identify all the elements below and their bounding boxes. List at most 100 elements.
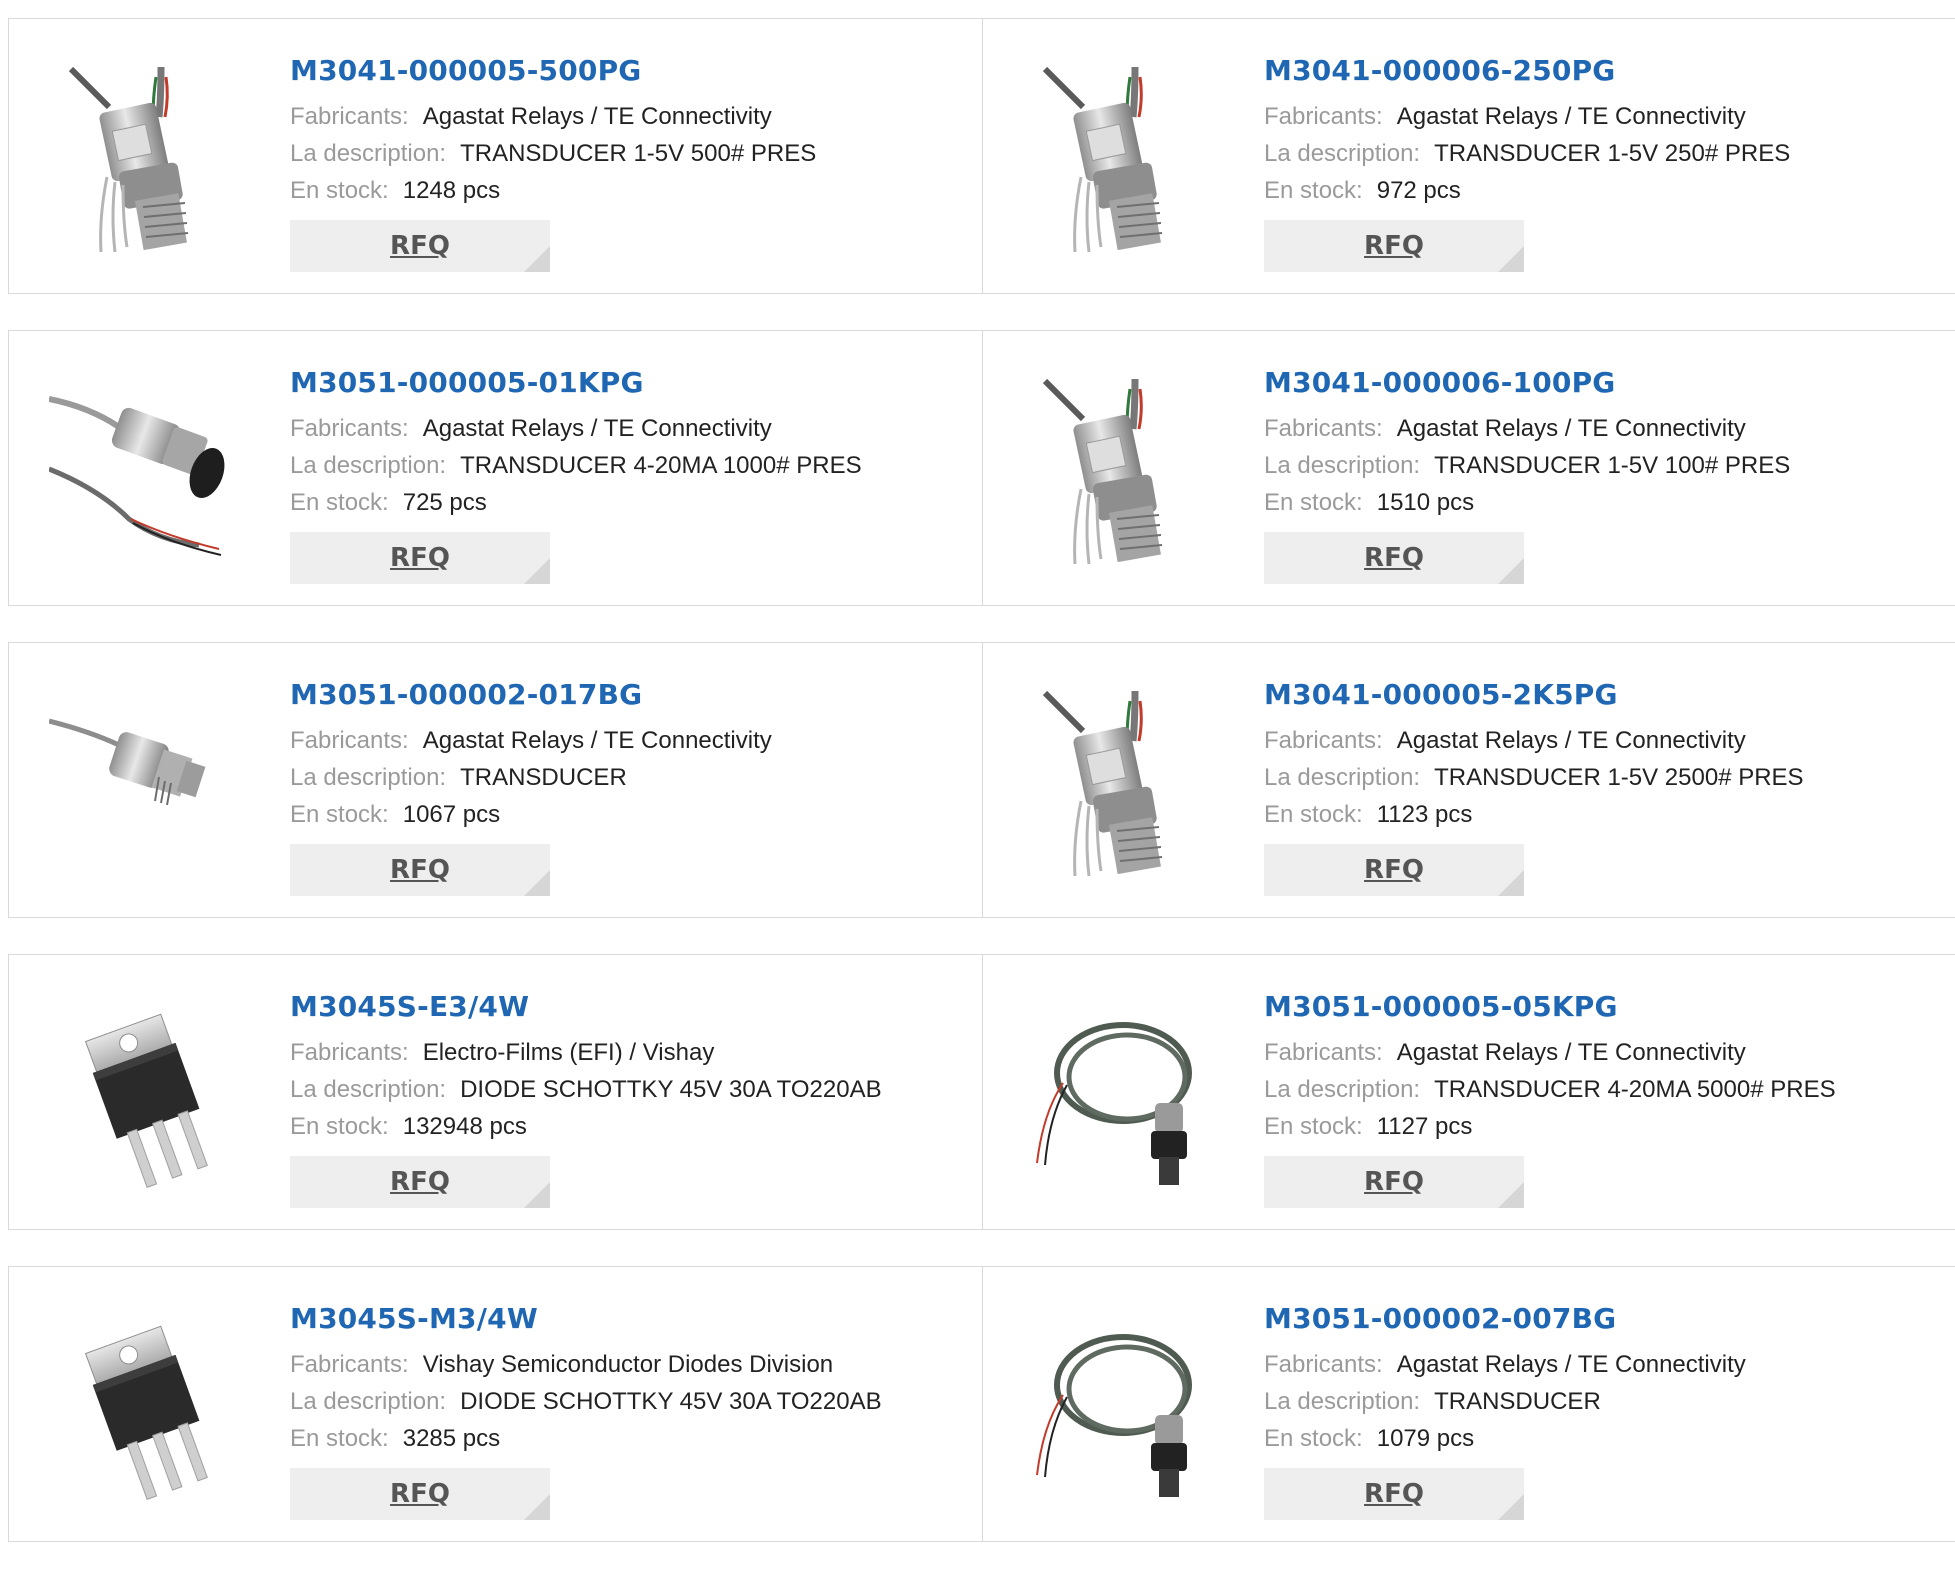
description-label: La description: [290, 140, 447, 167]
stock-line: En stock: 725 pcs [290, 484, 972, 521]
rfq-label: RFQ [1364, 231, 1424, 261]
description-line: La description: TRANSDUCER [290, 759, 972, 796]
stock-label: En stock: [1264, 177, 1363, 204]
product-card: M3041-000005-2K5PG Fabricants: Agastat Re… [982, 643, 1955, 917]
stock-value: 1123 pcs [1376, 801, 1473, 828]
product-info: M3051-000005-01KPG Fabricants: Agastat Re… [290, 365, 972, 584]
rfq-label: RFQ [1364, 543, 1424, 573]
part-number-link[interactable]: M3041-000006-100PG [1264, 365, 1945, 401]
transducer-vertical-icon[interactable] [1023, 681, 1223, 881]
button-corner-decoration [524, 1182, 550, 1208]
manufacturer-label: Fabricants: [290, 1039, 409, 1066]
manufacturer-line: Fabricants: Electro-Films (EFI) / Vishay [290, 1034, 972, 1071]
rfq-button[interactable]: RFQ [290, 844, 550, 896]
description-label: La description: [1264, 764, 1421, 791]
manufacturer-line: Fabricants: Agastat Relays / TE Connectiv… [1264, 410, 1945, 447]
transducer-vertical-icon[interactable] [1023, 57, 1223, 257]
stock-line: En stock: 972 pcs [1264, 172, 1945, 209]
transducer-small-icon[interactable] [49, 681, 249, 881]
stock-line: En stock: 1127 pcs [1264, 1108, 1945, 1145]
rfq-button[interactable]: RFQ [290, 1156, 550, 1208]
rfq-button[interactable]: RFQ [290, 1468, 550, 1520]
rfq-button[interactable]: RFQ [1264, 844, 1524, 896]
stock-line: En stock: 1067 pcs [290, 796, 972, 833]
description-value: TRANSDUCER 1-5V 100# PRES [1434, 452, 1791, 479]
transducer-cable-icon[interactable] [49, 369, 249, 569]
product-card: M3045S-M3/4W Fabricants: Vishay Semicondu… [9, 1267, 982, 1541]
description-label: La description: [290, 764, 447, 791]
description-label: La description: [290, 1388, 447, 1415]
rfq-button[interactable]: RFQ [1264, 532, 1524, 584]
description-line: La description: TRANSDUCER [1264, 1383, 1945, 1420]
transducer-vertical-icon[interactable] [49, 57, 249, 257]
stock-value: 725 pcs [402, 489, 487, 516]
manufacturer-label: Fabricants: [290, 727, 409, 754]
manufacturer-line: Fabricants: Agastat Relays / TE Connectiv… [290, 722, 972, 759]
description-value: TRANSDUCER 1-5V 500# PRES [460, 140, 817, 167]
button-corner-decoration [524, 1494, 550, 1520]
part-number-link[interactable]: M3051-000002-017BG [290, 677, 972, 713]
manufacturer-value: Agastat Relays / TE Connectivity [422, 103, 772, 130]
stock-value: 1079 pcs [1376, 1425, 1475, 1452]
stock-line: En stock: 1248 pcs [290, 172, 972, 209]
stock-value: 3285 pcs [402, 1425, 501, 1452]
description-line: La description: TRANSDUCER 1-5V 2500# PRE… [1264, 759, 1945, 796]
description-value: TRANSDUCER [1434, 1388, 1601, 1415]
product-card: M3051-000005-05KPG Fabricants: Agastat Re… [982, 955, 1955, 1229]
product-info: M3041-000005-2K5PG Fabricants: Agastat Re… [1264, 677, 1945, 896]
product-row: M3051-000002-017BG Fabricants: Agastat Re… [8, 642, 1955, 918]
stock-label: En stock: [290, 489, 389, 516]
part-number-link[interactable]: M3041-000005-500PG [290, 53, 972, 89]
product-info: M3041-000006-100PG Fabricants: Agastat Re… [1264, 365, 1945, 584]
rfq-label: RFQ [1364, 855, 1424, 885]
to220-package-icon[interactable] [49, 993, 249, 1193]
description-label: La description: [290, 1076, 447, 1103]
manufacturer-line: Fabricants: Agastat Relays / TE Connectiv… [1264, 98, 1945, 135]
product-card: M3051-000005-01KPG Fabricants: Agastat Re… [9, 331, 982, 605]
rfq-button[interactable]: RFQ [1264, 220, 1524, 272]
transducer-coiled-cable-icon[interactable] [1023, 993, 1223, 1193]
rfq-button[interactable]: RFQ [290, 220, 550, 272]
rfq-label: RFQ [390, 1167, 450, 1197]
description-value: TRANSDUCER 1-5V 250# PRES [1434, 140, 1791, 167]
manufacturer-value: Agastat Relays / TE Connectivity [422, 727, 772, 754]
part-number-link[interactable]: M3051-000005-05KPG [1264, 989, 1945, 1025]
manufacturer-value: Electro-Films (EFI) / Vishay [422, 1039, 715, 1066]
product-info: M3051-000002-017BG Fabricants: Agastat Re… [290, 677, 972, 896]
rfq-button[interactable]: RFQ [290, 532, 550, 584]
part-number-link[interactable]: M3045S-M3/4W [290, 1301, 972, 1337]
stock-label: En stock: [290, 801, 389, 828]
part-number-link[interactable]: M3045S-E3/4W [290, 989, 972, 1025]
description-label: La description: [1264, 140, 1421, 167]
part-number-link[interactable]: M3041-000005-2K5PG [1264, 677, 1945, 713]
stock-label: En stock: [1264, 1113, 1363, 1140]
rfq-button[interactable]: RFQ [1264, 1156, 1524, 1208]
description-line: La description: TRANSDUCER 4-20MA 5000# P… [1264, 1071, 1945, 1108]
product-info: M3045S-E3/4W Fabricants: Electro-Films (E… [290, 989, 972, 1208]
product-info: M3051-000002-007BG Fabricants: Agastat Re… [1264, 1301, 1945, 1520]
description-label: La description: [1264, 1388, 1421, 1415]
transducer-coiled-cable-icon[interactable] [1023, 1305, 1223, 1505]
manufacturer-line: Fabricants: Vishay Semiconductor Diodes D… [290, 1346, 972, 1383]
to220-package-icon[interactable] [49, 1305, 249, 1505]
part-number-link[interactable]: M3041-000006-250PG [1264, 53, 1945, 89]
description-line: La description: TRANSDUCER 4-20MA 1000# P… [290, 447, 972, 484]
part-number-link[interactable]: M3051-000005-01KPG [290, 365, 972, 401]
description-value: TRANSDUCER [460, 764, 627, 791]
product-card: M3051-000002-007BG Fabricants: Agastat Re… [982, 1267, 1955, 1541]
description-line: La description: TRANSDUCER 1-5V 500# PRES [290, 135, 972, 172]
manufacturer-label: Fabricants: [1264, 1351, 1383, 1378]
product-grid: M3041-000005-500PG Fabricants: Agastat Re… [8, 18, 1955, 1578]
rfq-label: RFQ [390, 231, 450, 261]
stock-value: 132948 pcs [402, 1113, 527, 1140]
product-card: M3051-000002-017BG Fabricants: Agastat Re… [9, 643, 982, 917]
manufacturer-value: Agastat Relays / TE Connectivity [1396, 727, 1746, 754]
rfq-button[interactable]: RFQ [1264, 1468, 1524, 1520]
part-number-link[interactable]: M3051-000002-007BG [1264, 1301, 1945, 1337]
transducer-vertical-icon[interactable] [1023, 369, 1223, 569]
stock-label: En stock: [1264, 801, 1363, 828]
manufacturer-line: Fabricants: Agastat Relays / TE Connectiv… [290, 410, 972, 447]
stock-line: En stock: 1510 pcs [1264, 484, 1945, 521]
product-info: M3041-000006-250PG Fabricants: Agastat Re… [1264, 53, 1945, 272]
stock-line: En stock: 1123 pcs [1264, 796, 1945, 833]
